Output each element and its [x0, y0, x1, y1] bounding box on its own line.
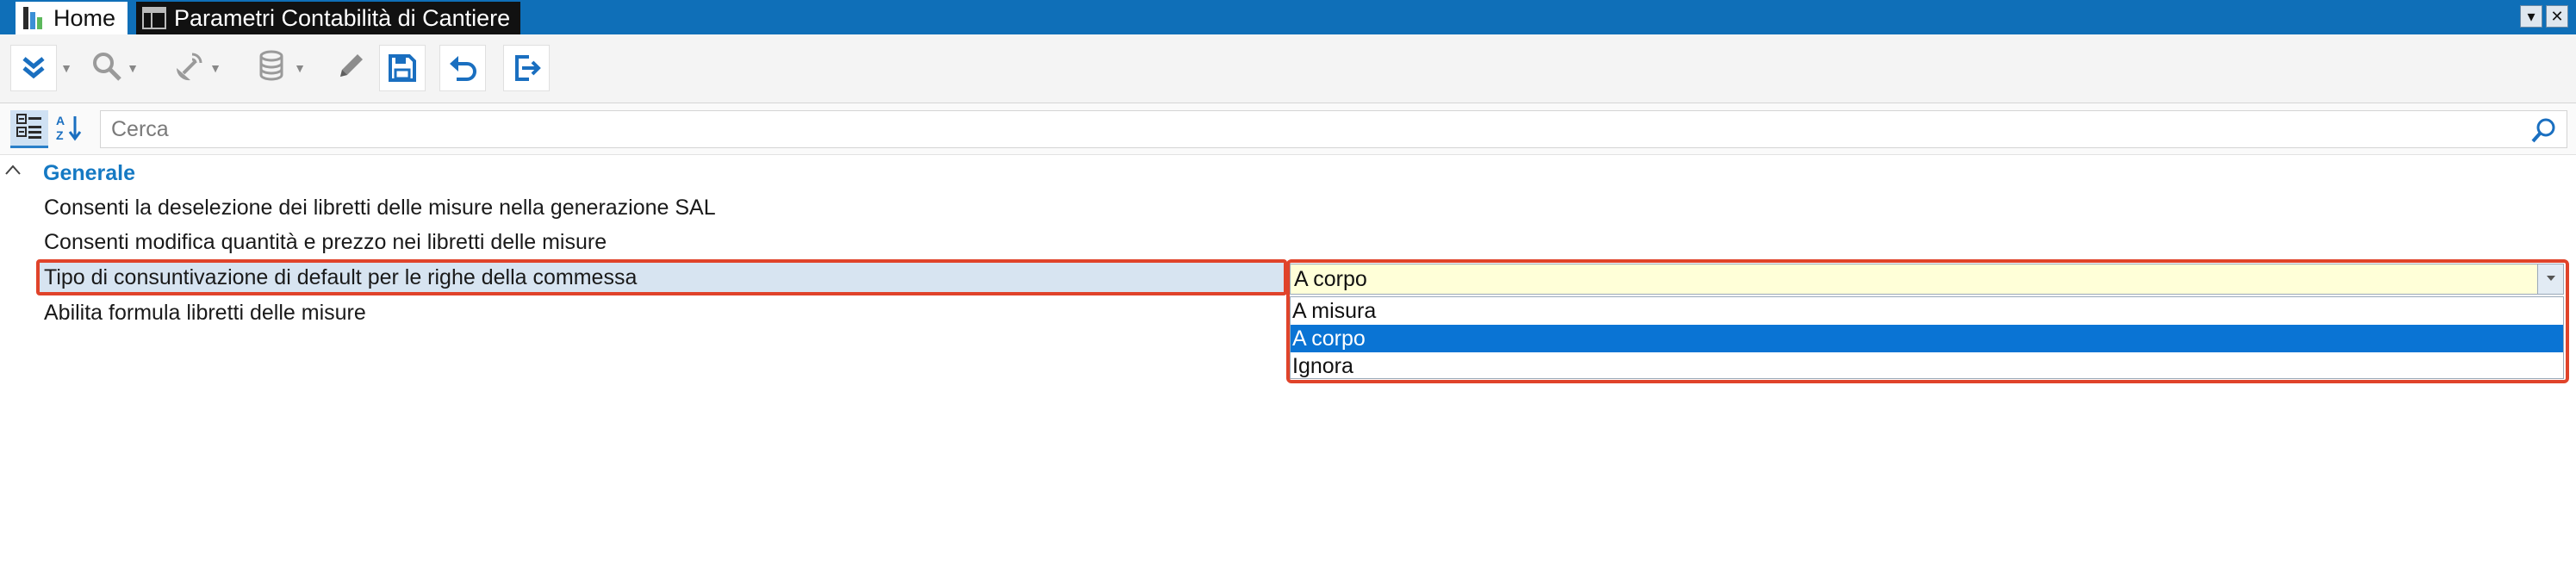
property-label: Consenti la deselezione dei libretti del… — [44, 195, 716, 220]
dropdown-option[interactable]: Ignora — [1291, 352, 2563, 380]
filter-bar: A Z — [0, 103, 2576, 155]
database-button[interactable]: ▼ — [248, 45, 314, 91]
property-label: Consenti modifica quantità e prezzo nei … — [44, 229, 607, 254]
chevron-down-icon: ▾ — [2527, 7, 2536, 25]
dropdown-option-selected[interactable]: A corpo — [1291, 325, 2563, 352]
caret-down-icon: ▼ — [294, 61, 306, 75]
tab-home-label: Home — [53, 4, 116, 31]
tab-parametri-label: Parametri Contabilità di Cantiere — [174, 4, 511, 31]
satellite-icon — [171, 49, 206, 88]
expand-button[interactable]: ▼ — [7, 45, 76, 91]
save-icon — [379, 45, 426, 91]
app-logo-icon — [21, 5, 47, 31]
satellite-button[interactable]: ▼ — [164, 45, 229, 91]
pencil-icon — [333, 49, 368, 88]
exit-icon — [503, 45, 550, 91]
property-row[interactable]: Consenti modifica quantità e prezzo nei … — [38, 225, 1285, 259]
caret-down-icon: ▼ — [209, 61, 221, 75]
database-icon — [256, 49, 290, 88]
save-button[interactable] — [379, 45, 426, 91]
edit-button[interactable] — [331, 45, 370, 91]
dropdown-option[interactable]: A misura — [1291, 297, 2563, 325]
undo-icon — [439, 45, 486, 91]
property-label: Tipo di consuntivazione di default per l… — [44, 264, 638, 289]
property-row[interactable]: Abilita formula libretti delle misure — [38, 295, 1285, 330]
property-grid: Generale Consenti la deselezione dei lib… — [0, 156, 2576, 572]
undo-button[interactable] — [439, 45, 486, 91]
chevron-down-icon — [2545, 271, 2557, 287]
consuntivazione-combo[interactable]: A corpo — [1290, 264, 2564, 295]
svg-text:Z: Z — [56, 128, 64, 142]
window-menu-button[interactable]: ▾ — [2520, 5, 2542, 28]
sort-az-icon: A Z — [54, 113, 84, 146]
categorized-view-button[interactable] — [10, 110, 48, 148]
category-title: Generale — [43, 161, 136, 185]
exit-button[interactable] — [503, 45, 550, 91]
search-icon[interactable] — [2530, 116, 2558, 144]
property-row-selected[interactable]: Tipo di consuntivazione di default per l… — [38, 260, 1285, 295]
close-icon: ✕ — [2550, 7, 2564, 25]
combo-dropdown-button[interactable] — [2537, 264, 2563, 294]
combo-dropdown-list: A misura A corpo Ignora — [1290, 296, 2564, 379]
property-label: Abilita formula libretti delle misure — [44, 300, 366, 325]
property-row[interactable]: Consenti la deselezione dei libretti del… — [38, 190, 1285, 225]
categorized-list-icon — [15, 111, 44, 145]
svg-text:A: A — [56, 114, 65, 127]
tab-home[interactable]: Home — [16, 2, 128, 34]
toolbar: ▼ ▼ ▼ ▼ — [0, 34, 2576, 103]
combo-value: A corpo — [1294, 266, 1367, 291]
alphabetical-sort-button[interactable]: A Z — [50, 110, 88, 148]
collapse-category-icon[interactable] — [3, 161, 22, 180]
search-icon — [90, 50, 123, 87]
caret-down-icon: ▼ — [127, 61, 139, 75]
tab-bar: Home Parametri Contabilità di Cantiere ▾… — [0, 0, 2576, 34]
expand-icon — [10, 45, 58, 91]
close-window-button[interactable]: ✕ — [2546, 5, 2568, 28]
search-input[interactable] — [101, 116, 2496, 142]
search-button[interactable]: ▼ — [84, 45, 145, 91]
caret-down-icon: ▼ — [60, 61, 72, 75]
search-box — [100, 110, 2567, 148]
grid-window-icon — [141, 5, 167, 31]
tab-parametri[interactable]: Parametri Contabilità di Cantiere — [136, 2, 520, 34]
